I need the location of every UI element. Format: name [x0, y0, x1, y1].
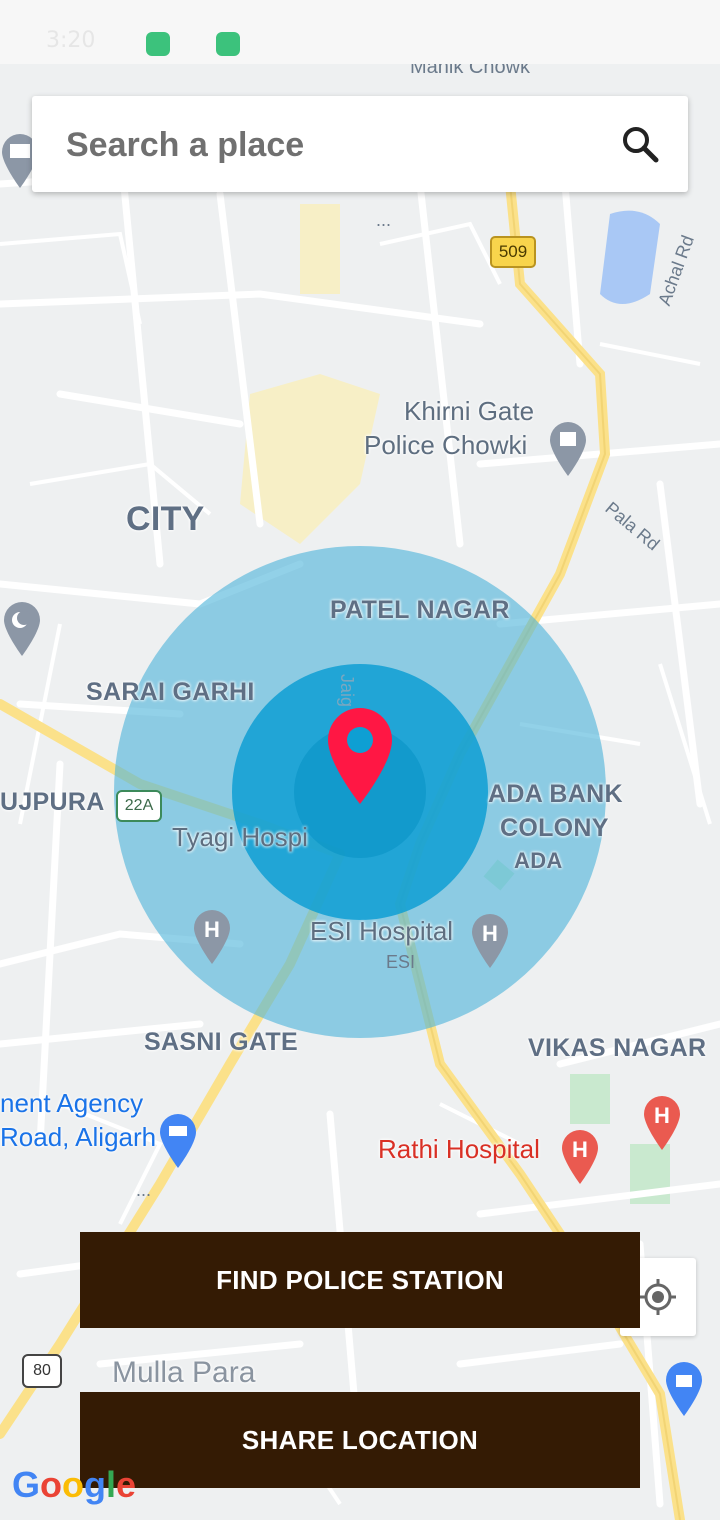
hospital-pin-icon[interactable]: H — [192, 910, 232, 966]
find-police-station-button[interactable]: FIND POLICE STATION — [80, 1232, 640, 1328]
route-22a-label: 22A — [124, 797, 154, 814]
shopping-bag-pin-icon[interactable] — [664, 1362, 704, 1418]
police-pin-icon[interactable] — [548, 422, 588, 478]
label-vikas-nagar: VIKAS NAGAR — [528, 1034, 707, 1062]
route-80-label: 80 — [33, 1362, 51, 1379]
label-agency[interactable]: nent Agency — [0, 1088, 143, 1119]
notification-app-icon — [216, 32, 240, 56]
label-khirni-gate[interactable]: Khirni Gate — [404, 396, 534, 427]
hospital-pin-icon[interactable]: H — [560, 1130, 600, 1186]
status-bar: 3:20 — [0, 0, 720, 64]
search-bar — [32, 96, 688, 192]
share-location-button[interactable]: SHARE LOCATION — [80, 1392, 640, 1488]
hospital-pin-icon[interactable]: H — [642, 1096, 682, 1152]
label-ellipsis: ... — [136, 1180, 152, 1200]
label-sasni-gate: SASNI GATE — [144, 1028, 298, 1056]
label-sarai-garhi: SARAI GARHI — [86, 678, 255, 706]
search-icon[interactable] — [620, 124, 660, 164]
svg-text:H: H — [572, 1137, 588, 1162]
route-509-label: 509 — [498, 242, 528, 261]
label-police-chowki[interactable]: Police Chowki — [364, 430, 527, 461]
svg-text:H: H — [204, 917, 220, 942]
status-time: 3:20 — [46, 28, 96, 53]
label-colony: COLONY — [500, 814, 609, 842]
label-jaig: Jaig — [337, 673, 358, 708]
search-input[interactable] — [64, 120, 608, 170]
route-shield-509: 509 — [490, 236, 536, 268]
label-tyagi-hospital[interactable]: Tyagi Hospi — [172, 822, 308, 853]
hospital-pin-icon[interactable]: H — [470, 914, 510, 970]
label-agency-road[interactable]: Road, Aligarh — [0, 1122, 156, 1153]
label-esi: ESI — [386, 952, 416, 972]
label-ada: ADA — [514, 848, 563, 873]
mosque-pin-icon[interactable] — [2, 602, 42, 658]
svg-text:H: H — [654, 1103, 670, 1128]
label-mulla-para: Mulla Para — [112, 1356, 256, 1389]
notification-app-icon — [146, 32, 170, 56]
label-ellipsis: ... — [376, 210, 392, 230]
route-shield-22a: 22A — [116, 790, 162, 822]
label-patel-nagar: PATEL NAGAR — [330, 596, 510, 624]
label-ada-bank: ADA BANK — [488, 780, 623, 808]
label-rathi-hospital[interactable]: Rathi Hospital — [378, 1134, 540, 1165]
svg-text:H: H — [482, 921, 498, 946]
crosshair-icon — [640, 1279, 676, 1315]
shopping-pin-icon[interactable] — [158, 1114, 198, 1170]
google-logo: Google — [12, 1464, 137, 1505]
label-ujpura: UJPURA — [0, 788, 105, 816]
label-esi-hospital[interactable]: ESI Hospital — [310, 916, 453, 947]
location-marker-icon — [328, 708, 392, 804]
label-city: CITY — [126, 500, 205, 538]
route-shield-80: 80 — [22, 1354, 62, 1388]
label-manik-chowk: Manik Chowk — [410, 64, 531, 78]
